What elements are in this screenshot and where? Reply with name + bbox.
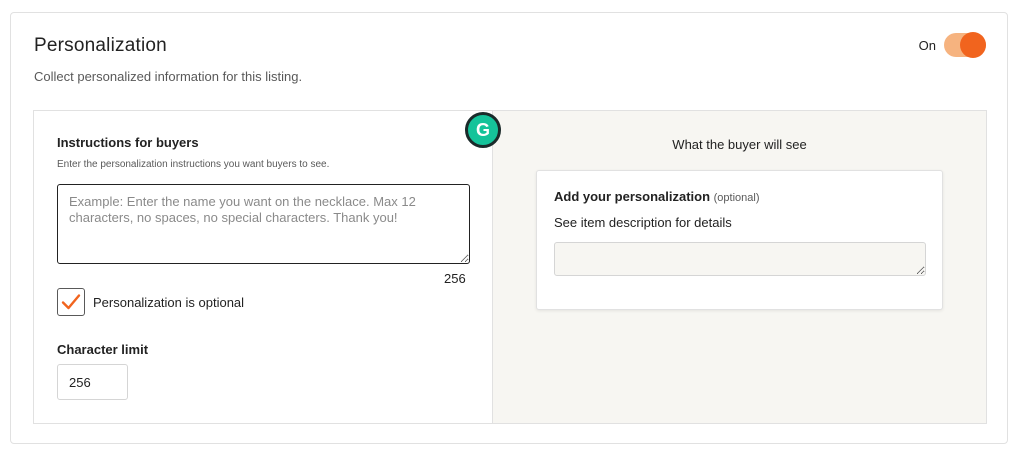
checkmark-icon xyxy=(61,294,81,310)
instructions-textarea[interactable] xyxy=(57,184,470,264)
instructions-help-text: Enter the personalization instructions y… xyxy=(57,159,330,170)
preview-optional-tag: (optional) xyxy=(713,192,760,204)
instructions-heading: Instructions for buyers xyxy=(57,135,199,150)
grammarly-icon[interactable]: G xyxy=(465,112,501,148)
personalization-optional-label: Personalization is optional xyxy=(93,295,245,310)
instructions-pane: Instructions for buyers Enter the person… xyxy=(34,111,493,423)
character-limit-input[interactable] xyxy=(57,364,128,400)
preview-description: See item description for details xyxy=(554,215,732,230)
section-subtitle: Collect personalized information for thi… xyxy=(34,69,303,84)
section-title: Personalization xyxy=(34,35,167,56)
character-limit-heading: Character limit xyxy=(57,342,149,357)
personalization-panel: Instructions for buyers Enter the person… xyxy=(33,110,987,424)
personalization-toggle[interactable] xyxy=(944,32,986,58)
preview-title: Add your personalization (optional) xyxy=(554,189,760,204)
preview-title-text: Add your personalization xyxy=(554,189,711,204)
toggle-knob xyxy=(960,32,986,58)
buyer-preview-pane: What the buyer will see Add your persona… xyxy=(493,111,986,423)
instructions-char-count: 256 xyxy=(444,271,466,286)
preview-card: Add your personalization (optional) See … xyxy=(536,170,943,310)
preview-heading: What the buyer will see xyxy=(672,137,807,152)
personalization-toggle-group: On xyxy=(918,32,986,58)
personalization-card: Personalization Collect personalized inf… xyxy=(10,12,1008,444)
personalization-optional-checkbox[interactable] xyxy=(57,288,85,316)
preview-personalization-input[interactable] xyxy=(554,242,926,276)
toggle-label: On xyxy=(918,37,936,53)
